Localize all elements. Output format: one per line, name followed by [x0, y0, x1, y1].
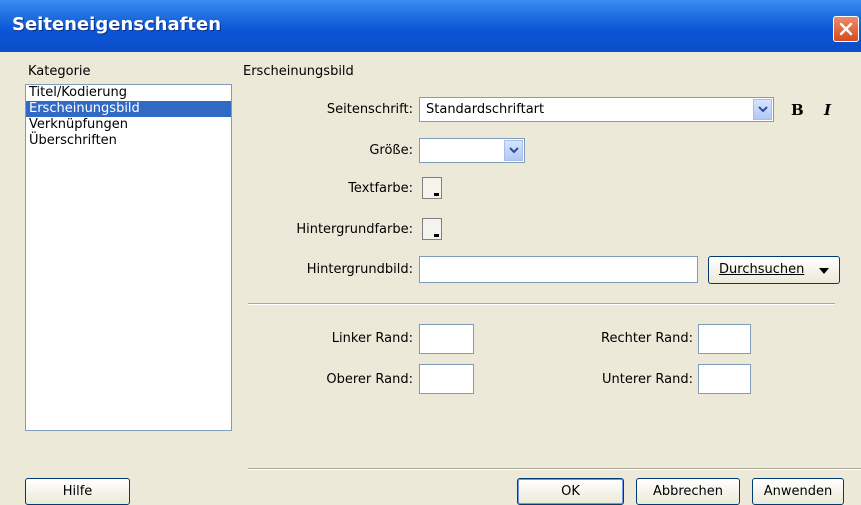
chevron-down-icon [508, 147, 519, 154]
right-margin-input[interactable] [698, 324, 751, 354]
page-properties-dialog: Seiteneigenschaften Kategorie Titel/Kodi… [0, 0, 861, 505]
window-title: Seiteneigenschaften [12, 14, 222, 35]
background-color-label: Hintergrundfarbe: [296, 222, 413, 237]
text-color-picker[interactable] [422, 177, 442, 199]
background-image-label: Hintergrundbild: [306, 262, 413, 277]
ok-button[interactable]: OK [517, 478, 624, 505]
left-margin-label: Linker Rand: [331, 331, 413, 346]
footer-divider [248, 468, 861, 470]
italic-button[interactable]: I [824, 101, 831, 119]
text-color-label: Textfarbe: [348, 181, 413, 196]
close-icon [839, 22, 853, 36]
category-label: Kategorie [28, 64, 91, 79]
top-margin-label: Oberer Rand: [326, 372, 413, 387]
title-bar[interactable]: Seiteneigenschaften [0, 0, 861, 52]
page-font-value: Standardschriftart [426, 102, 545, 117]
background-image-input[interactable] [419, 256, 698, 283]
background-color-picker[interactable] [422, 218, 442, 240]
page-font-label: Seitenschrift: [326, 102, 413, 117]
category-item-appearance[interactable]: Erscheinungsbild [26, 101, 231, 117]
bottom-margin-input[interactable] [698, 364, 751, 394]
size-dropdown-button[interactable] [504, 140, 523, 161]
left-margin-input[interactable] [419, 324, 474, 354]
right-margin-label: Rechter Rand: [601, 331, 693, 346]
cancel-button[interactable]: Abbrechen [636, 478, 740, 505]
category-list[interactable]: Titel/Kodierung Erscheinungsbild Verknüp… [25, 84, 232, 431]
browse-button[interactable]: Durchsuchen [708, 256, 840, 284]
close-button[interactable] [833, 16, 859, 42]
category-item-links[interactable]: Verknüpfungen [26, 117, 231, 133]
category-item-title-encoding[interactable]: Titel/Kodierung [26, 85, 231, 101]
size-select[interactable] [419, 138, 525, 163]
help-button[interactable]: Hilfe [25, 478, 130, 505]
apply-button[interactable]: Anwenden [752, 478, 844, 505]
section-title: Erscheinungsbild [243, 64, 354, 79]
top-margin-input[interactable] [419, 364, 474, 394]
dropdown-arrow-icon [434, 193, 439, 196]
bottom-margin-label: Unterer Rand: [602, 372, 693, 387]
dropdown-arrow-icon [434, 234, 439, 237]
chevron-down-icon [757, 106, 768, 113]
section-divider [248, 303, 835, 305]
bold-button[interactable]: B [791, 101, 804, 119]
category-item-headings[interactable]: Überschriften [26, 133, 231, 149]
page-font-dropdown-button[interactable] [753, 99, 772, 120]
size-label: Größe: [369, 143, 413, 158]
browse-label: Durchsuchen [719, 262, 805, 277]
page-font-select[interactable]: Standardschriftart [419, 97, 774, 122]
triangle-down-icon [819, 268, 829, 274]
